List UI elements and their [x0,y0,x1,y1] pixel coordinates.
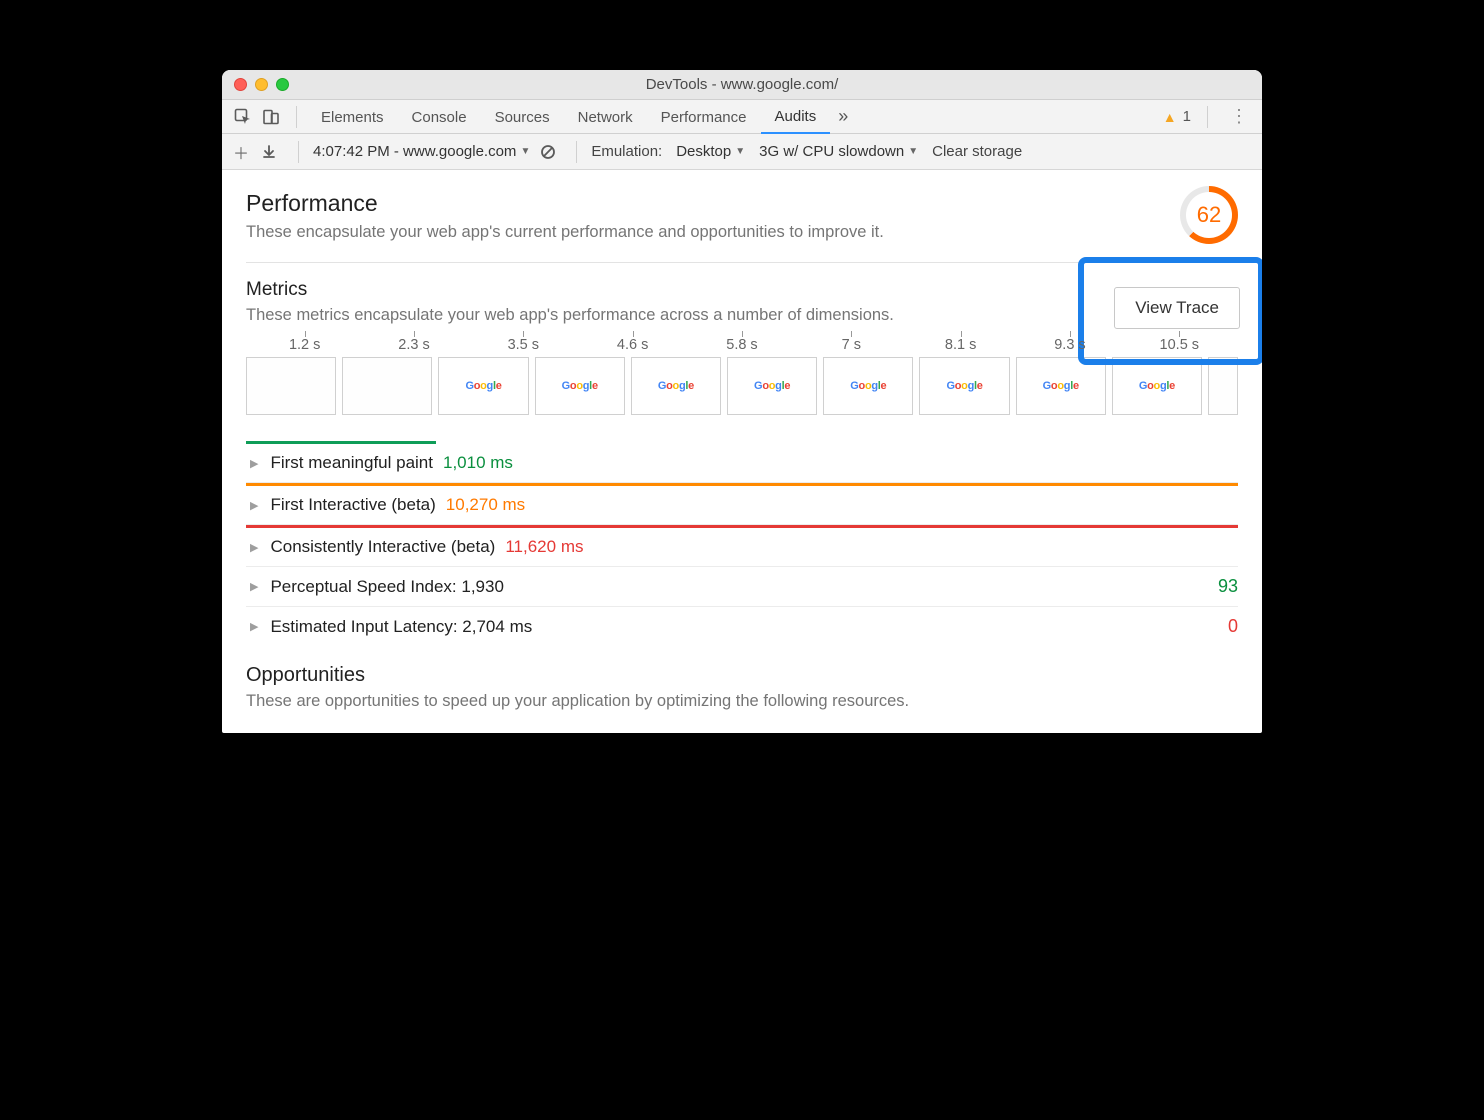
metric-value: 10,270 ms [446,495,525,515]
window-controls [222,78,289,91]
time-tick: 8.1 s [906,337,1015,353]
report-selector[interactable]: 4:07:42 PM - www.google.com ▼ [313,143,530,160]
metric-row-fmp[interactable]: ▶ First meaningful paint 1,010 ms [246,444,1238,483]
opportunities-title: Opportunities [246,664,1238,687]
time-tick: 7 s [797,337,906,353]
time-tick: 3.5 s [469,337,578,353]
warning-count: 1 [1183,108,1191,125]
time-tick: 2.3 s [359,337,468,353]
metric-list: ▶ First meaningful paint 1,010 ms ▶ Firs… [246,441,1238,646]
time-tick: 10.5 s [1125,337,1234,353]
device-selector[interactable]: Desktop ▼ [676,143,745,160]
clear-all-icon[interactable] [540,144,562,160]
filmstrip-thumb[interactable]: Google [727,357,817,415]
filmstrip-thumb[interactable]: Google [1112,357,1202,415]
maximize-icon[interactable] [276,78,289,91]
metric-label: Consistently Interactive (beta) [270,537,495,557]
clear-storage-toggle[interactable]: Clear storage [932,143,1022,160]
devtools-tabs: Elements Console Sources Network Perform… [222,100,1262,134]
kebab-menu-icon[interactable]: ⋮ [1224,106,1254,127]
performance-header: Performance These encapsulate your web a… [246,190,1238,244]
expand-icon: ▶ [250,541,258,554]
tab-console[interactable]: Console [398,101,481,133]
time-tick: 4.6 s [578,337,687,353]
filmstrip-thumb[interactable]: Google [535,357,625,415]
tab-elements[interactable]: Elements [307,101,398,133]
time-tick: 9.3 s [1015,337,1124,353]
audits-toolbar: ＋ 4:07:42 PM - www.google.com ▼ Emulatio… [222,134,1262,170]
new-audit-icon[interactable]: ＋ [230,140,252,164]
metric-row-first-interactive[interactable]: ▶ First Interactive (beta) 10,270 ms [246,486,1238,525]
window-title: DevTools - www.google.com/ [222,76,1262,93]
filmstrip-thumbnails: Google Google Google Google Google Googl… [246,357,1238,415]
metric-score: 0 [1228,616,1238,637]
metric-value: 1,010 ms [443,453,513,473]
chevron-down-icon: ▼ [520,146,530,157]
devtools-window: DevTools - www.google.com/ Elements Cons… [222,70,1262,733]
expand-icon: ▶ [250,499,258,512]
metric-label: Perceptual Speed Index: 1,930 [270,577,503,597]
warning-icon[interactable]: ▲ [1163,109,1177,125]
throttling-selector[interactable]: 3G w/ CPU slowdown ▼ [759,143,918,160]
tab-audits[interactable]: Audits [761,100,831,134]
audit-report: Performance These encapsulate your web a… [222,170,1262,733]
chevron-down-icon: ▼ [735,146,745,157]
filmstrip-thumb[interactable]: Google [438,357,528,415]
opportunities-section: Opportunities These are opportunities to… [246,664,1238,711]
filmstrip-thumb[interactable] [1208,357,1238,415]
tabs-overflow-icon[interactable]: » [830,106,856,127]
performance-score: 62 [1186,192,1232,238]
filmstrip-thumb[interactable] [246,357,336,415]
filmstrip-thumb[interactable] [342,357,432,415]
minimize-icon[interactable] [255,78,268,91]
tab-sources[interactable]: Sources [481,101,564,133]
filmstrip: 1.2 s 2.3 s 3.5 s 4.6 s 5.8 s 7 s 8.1 s … [246,337,1238,415]
chevron-down-icon: ▼ [908,146,918,157]
metric-label: First Interactive (beta) [270,495,435,515]
opportunities-subtitle: These are opportunities to speed up your… [246,692,1238,711]
metric-label: First meaningful paint [270,453,433,473]
filmstrip-thumb[interactable]: Google [631,357,721,415]
metric-row-eil[interactable]: ▶ Estimated Input Latency: 2,704 ms 0 [246,607,1238,646]
tab-network[interactable]: Network [564,101,647,133]
metrics-header: Metrics These metrics encapsulate your w… [246,279,1238,325]
expand-icon: ▶ [250,457,258,470]
metric-label: Estimated Input Latency: 2,704 ms [270,617,532,637]
filmstrip-thumb[interactable]: Google [919,357,1009,415]
performance-title: Performance [246,190,1180,217]
device-toolbar-icon[interactable] [258,104,284,130]
expand-icon: ▶ [250,620,258,633]
time-tick: 1.2 s [250,337,359,353]
metric-row-consistently-interactive[interactable]: ▶ Consistently Interactive (beta) 11,620… [246,528,1238,567]
inspect-element-icon[interactable] [230,104,256,130]
close-icon[interactable] [234,78,247,91]
filmstrip-thumb[interactable]: Google [1016,357,1106,415]
metric-value: 11,620 ms [505,537,583,557]
metric-score: 93 [1218,576,1238,597]
titlebar: DevTools - www.google.com/ [222,70,1262,100]
time-tick: 5.8 s [687,337,796,353]
performance-subtitle: These encapsulate your web app's current… [246,223,1180,242]
emulation-label: Emulation: [591,143,662,160]
expand-icon: ▶ [250,580,258,593]
metric-row-psi[interactable]: ▶ Perceptual Speed Index: 1,930 93 [246,567,1238,607]
filmstrip-thumb[interactable]: Google [823,357,913,415]
report-selector-label: 4:07:42 PM - www.google.com [313,143,516,160]
tab-performance[interactable]: Performance [647,101,761,133]
download-report-icon[interactable] [262,145,284,159]
performance-score-gauge: 62 [1180,186,1238,244]
view-trace-button[interactable]: View Trace [1114,287,1240,329]
